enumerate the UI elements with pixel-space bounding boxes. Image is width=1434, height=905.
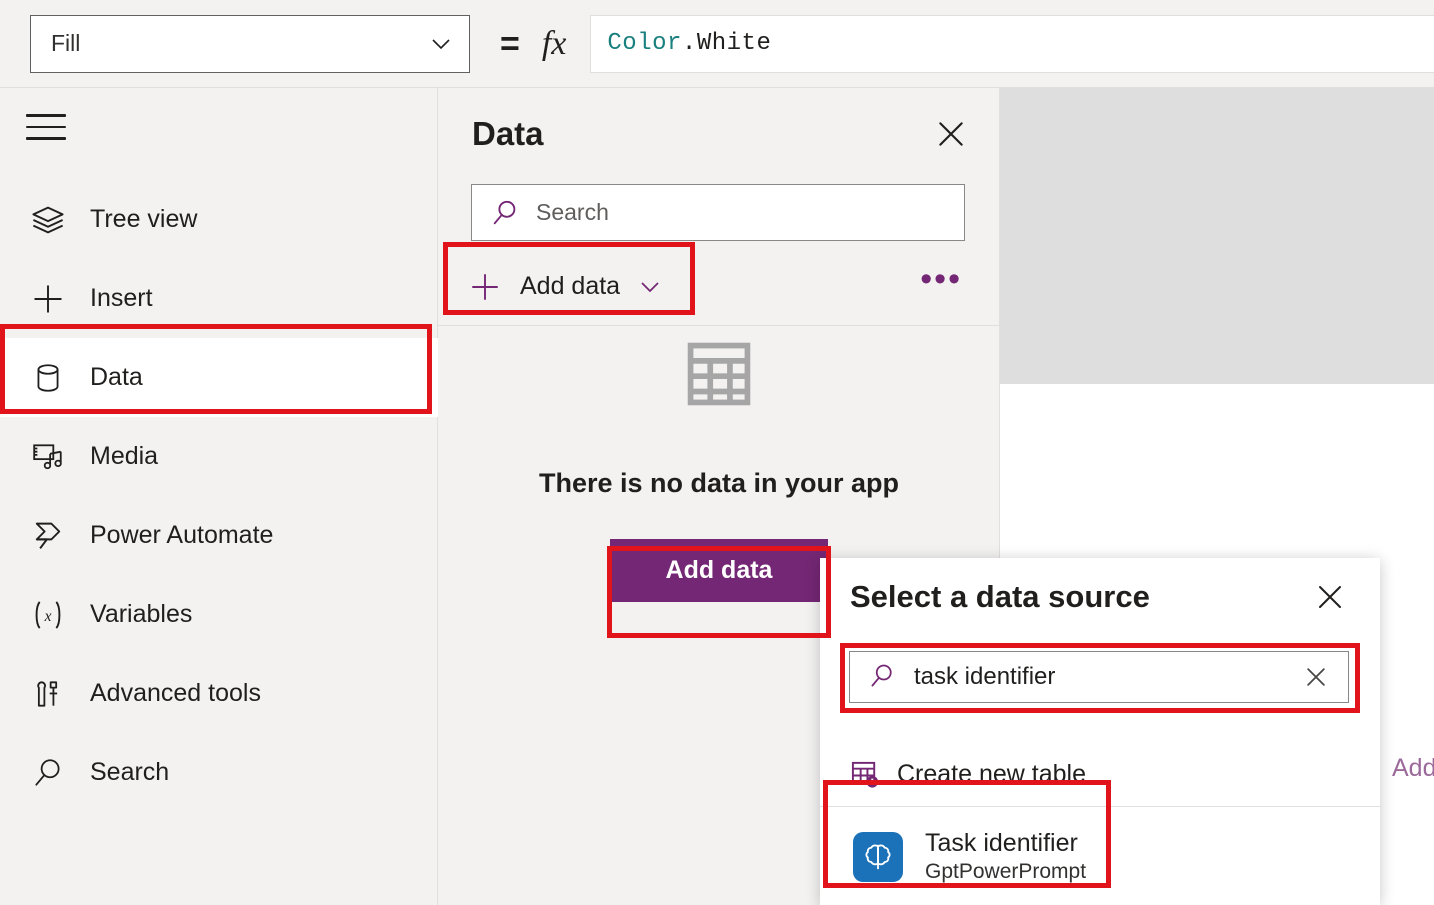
sidebar-item-tree-view[interactable]: Tree view bbox=[0, 180, 438, 259]
data-source-subtitle: GptPowerPrompt bbox=[925, 859, 1086, 885]
data-source-names: Task identifier GptPowerPrompt bbox=[925, 828, 1086, 884]
create-new-table-label: Create new table bbox=[897, 760, 1086, 789]
formula-namespace: Color bbox=[607, 30, 682, 57]
add-data-button[interactable]: Add data bbox=[468, 270, 662, 304]
database-icon bbox=[22, 358, 74, 398]
sidebar-item-label: Tree view bbox=[90, 205, 197, 234]
canvas-screen-region bbox=[1000, 88, 1434, 384]
formula-member: White bbox=[697, 30, 772, 57]
sidebar-item-label: Media bbox=[90, 442, 158, 471]
hamburger-icon[interactable] bbox=[26, 114, 66, 146]
sidebar-item-label: Power Automate bbox=[90, 521, 273, 550]
clear-icon[interactable] bbox=[1302, 663, 1330, 691]
chevron-down-icon bbox=[429, 32, 453, 56]
plus-icon bbox=[22, 279, 74, 319]
fx-icon: fx bbox=[542, 27, 567, 61]
data-source-search-input[interactable]: task identifier bbox=[849, 651, 1349, 703]
tools-icon bbox=[22, 674, 74, 714]
canvas-add-label[interactable]: Add bbox=[1392, 754, 1434, 783]
sidebar-item-label: Variables bbox=[90, 600, 192, 629]
sidebar-item-label: Insert bbox=[90, 284, 153, 313]
data-source-item[interactable]: Task identifier GptPowerPrompt bbox=[820, 808, 1380, 905]
svg-text:x: x bbox=[44, 607, 52, 624]
select-data-source-dialog: Select a data source Create new table bbox=[820, 558, 1380, 905]
sidebar-item-insert[interactable]: Insert bbox=[0, 259, 438, 338]
empty-state-message: There is no data in your app bbox=[539, 468, 899, 499]
data-panel-header: Data bbox=[438, 88, 1000, 180]
dialog-title: Select a data source bbox=[850, 579, 1150, 615]
dialog-header: Select a data source bbox=[820, 558, 1380, 636]
sidebar-item-label: Search bbox=[90, 758, 169, 787]
close-icon[interactable] bbox=[934, 117, 968, 151]
property-dropdown[interactable]: Fill bbox=[30, 15, 470, 73]
sidebar-item-power-automate[interactable]: Power Automate bbox=[0, 496, 438, 575]
plus-icon bbox=[468, 270, 502, 304]
sidebar-item-variables[interactable]: x Variables bbox=[0, 575, 438, 654]
rail-item-list: Tree view Insert Data bbox=[0, 180, 438, 812]
more-options-button[interactable]: ••• bbox=[920, 271, 962, 302]
page-title: Data bbox=[472, 115, 544, 153]
search-icon bbox=[22, 753, 74, 793]
formula-bar: Fill = fx Color.White bbox=[0, 0, 1434, 88]
chevron-down-icon bbox=[638, 275, 662, 299]
close-icon[interactable] bbox=[1314, 581, 1346, 613]
sidebar-item-search[interactable]: Search bbox=[0, 733, 438, 812]
sidebar-item-media[interactable]: Media bbox=[0, 417, 438, 496]
sidebar-item-label: Data bbox=[90, 363, 143, 392]
power-automate-icon bbox=[22, 516, 74, 556]
variables-icon: x bbox=[22, 595, 74, 635]
search-input[interactable]: Search bbox=[471, 184, 965, 241]
formula-dot: . bbox=[682, 30, 697, 57]
property-dropdown-label: Fill bbox=[51, 30, 80, 57]
ai-builder-brain-icon bbox=[853, 832, 903, 882]
data-source-search-value: task identifier bbox=[914, 663, 1302, 691]
search-placeholder: Search bbox=[536, 199, 609, 226]
sidebar-item-label: Advanced tools bbox=[90, 679, 261, 708]
sidebar-item-data[interactable]: Data bbox=[0, 338, 438, 417]
powerapps-studio: Fill = fx Color.White bbox=[0, 0, 1434, 905]
formula-input[interactable]: Color.White bbox=[590, 15, 1434, 73]
layers-icon bbox=[22, 200, 74, 240]
left-rail: Tree view Insert Data bbox=[0, 88, 438, 905]
search-icon bbox=[868, 662, 898, 692]
search-icon bbox=[490, 198, 520, 228]
create-new-table-item[interactable]: Create new table bbox=[820, 743, 1380, 807]
media-icon bbox=[22, 437, 74, 477]
equals-sign: = bbox=[500, 27, 520, 61]
add-data-primary-button[interactable]: Add data bbox=[610, 539, 829, 602]
sidebar-item-advanced-tools[interactable]: Advanced tools bbox=[0, 654, 438, 733]
table-icon bbox=[684, 338, 754, 410]
data-source-title: Task identifier bbox=[925, 828, 1086, 859]
add-data-row: Add data ••• bbox=[438, 248, 1000, 326]
add-data-label: Add data bbox=[520, 272, 620, 301]
table-add-icon bbox=[850, 759, 881, 790]
